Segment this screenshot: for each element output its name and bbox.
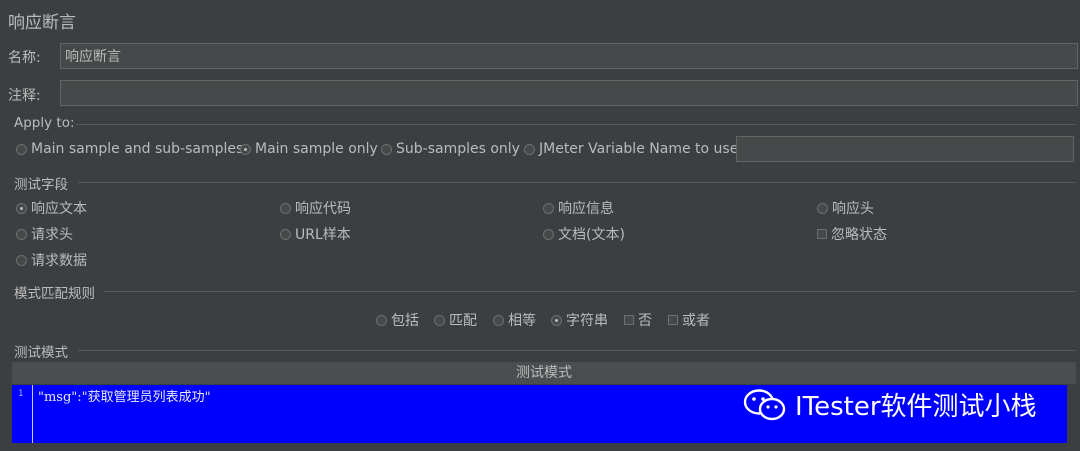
patterns-column-header: 测试模式: [12, 362, 1076, 384]
apply-sub-only[interactable]: Sub-samples only: [381, 141, 520, 157]
checkbox-icon: [668, 315, 678, 325]
wechat-icon: [743, 388, 786, 420]
radio-icon: [16, 228, 27, 240]
watermark: ITester软件测试小栈: [743, 386, 1037, 423]
ignore-status-checkbox[interactable]: 忽略状态: [817, 224, 887, 244]
field-request-headers[interactable]: 请求头: [16, 224, 73, 244]
pattern-rules-title: 模式匹配规则: [14, 286, 95, 302]
checkbox-icon: [817, 229, 827, 239]
field-document-text[interactable]: 文档(文本): [543, 224, 625, 244]
radio-selected-icon: [240, 143, 251, 155]
field-response-headers[interactable]: 响应头: [817, 198, 874, 218]
apply-jmeter-variable[interactable]: JMeter Variable Name to use: [524, 141, 738, 157]
radio-icon: [381, 143, 392, 155]
radio-icon: [16, 143, 27, 155]
panel-title: 响应断言: [8, 13, 76, 33]
rule-or-checkbox[interactable]: 或者: [668, 310, 710, 330]
rule-substring[interactable]: 字符串: [551, 310, 608, 330]
field-request-data[interactable]: 请求数据: [16, 250, 87, 270]
comment-label: 注释:: [8, 88, 41, 104]
radio-icon: [524, 143, 535, 155]
field-response-code[interactable]: 响应代码: [280, 198, 351, 218]
radio-icon: [16, 254, 27, 266]
test-patterns-title: 测试模式: [14, 345, 68, 361]
radio-selected-icon: [551, 314, 562, 326]
field-response-message[interactable]: 响应信息: [543, 198, 614, 218]
radio-selected-icon: [16, 202, 27, 214]
name-label: 名称:: [8, 50, 41, 66]
pattern-text[interactable]: "msg":"获取管理员列表成功": [38, 386, 211, 405]
radio-icon: [817, 202, 828, 214]
checkbox-icon: [624, 315, 634, 325]
radio-icon: [376, 314, 387, 326]
jmeter-variable-field[interactable]: [736, 136, 1074, 162]
line-gutter: 1: [12, 385, 33, 443]
radio-icon: [280, 202, 291, 214]
rule-equals[interactable]: 相等: [493, 310, 536, 330]
watermark-text: ITester软件测试小栈: [795, 392, 1037, 422]
field-url-sample[interactable]: URL样本: [280, 224, 351, 244]
apply-main-and-sub[interactable]: Main sample and sub-samples: [16, 141, 243, 157]
comment-field[interactable]: [60, 80, 1078, 106]
radio-icon: [543, 202, 554, 214]
apply-main-only[interactable]: Main sample only: [240, 141, 378, 157]
radio-icon: [493, 314, 504, 326]
rule-matches[interactable]: 匹配: [434, 310, 477, 330]
radio-icon: [543, 228, 554, 240]
apply-to-title: Apply to:: [14, 115, 75, 131]
radio-icon: [280, 228, 291, 240]
rule-not-checkbox[interactable]: 否: [624, 310, 652, 330]
test-field-title: 测试字段: [14, 177, 68, 193]
line-number: 1: [18, 389, 24, 399]
radio-icon: [434, 314, 445, 326]
name-field[interactable]: [60, 43, 1078, 69]
field-response-text[interactable]: 响应文本: [16, 198, 87, 218]
rule-contains[interactable]: 包括: [376, 310, 419, 330]
